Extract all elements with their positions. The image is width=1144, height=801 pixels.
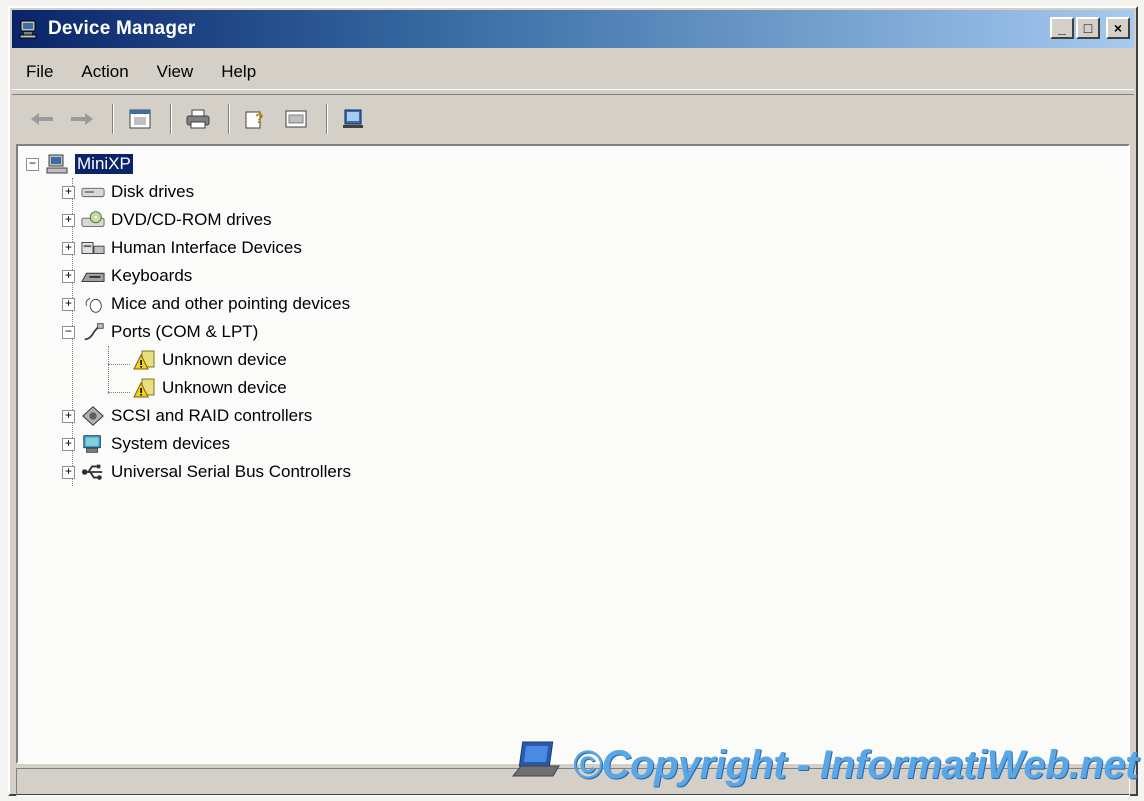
system-devices-icon bbox=[81, 433, 105, 455]
tree-category-label: SCSI and RAID controllers bbox=[111, 406, 313, 425]
tree-category-label: Keyboards bbox=[111, 266, 193, 285]
menu-action[interactable]: Action bbox=[81, 62, 128, 82]
tree-device-label: Unknown device bbox=[162, 350, 287, 369]
tree-device-unknown-1[interactable]: Unknown device bbox=[132, 346, 287, 374]
expand-toggle[interactable]: + bbox=[62, 465, 75, 479]
tree-device-label: Unknown device bbox=[162, 378, 287, 397]
tree-line bbox=[108, 346, 109, 394]
tree-category-label: System devices bbox=[111, 434, 231, 453]
expand-toggle[interactable]: + bbox=[62, 437, 75, 451]
tree-root-label[interactable]: MiniXP bbox=[75, 154, 133, 174]
tree-line bbox=[108, 392, 130, 393]
properties-icon[interactable] bbox=[122, 103, 158, 135]
title-bar[interactable]: Device Manager _ □ × bbox=[12, 10, 1134, 48]
watermark-text: ©Copyright - InformatiWeb.net bbox=[572, 743, 1139, 787]
maximize-button[interactable]: □ bbox=[1076, 17, 1100, 39]
device-manager-icon bbox=[18, 17, 42, 41]
tree-category-label: Universal Serial Bus Controllers bbox=[111, 462, 351, 481]
expand-toggle[interactable]: + bbox=[62, 241, 75, 255]
toolbar-separator bbox=[112, 103, 114, 134]
tree-category-label: Human Interface Devices bbox=[111, 238, 302, 257]
collapse-toggle[interactable]: − bbox=[26, 157, 39, 171]
keyboard-icon bbox=[81, 265, 105, 287]
menu-file[interactable]: File bbox=[26, 62, 53, 82]
scsi-controller-icon bbox=[81, 405, 105, 427]
unknown-device-warning-icon bbox=[132, 377, 156, 399]
tree-category-label: DVD/CD-ROM drives bbox=[111, 210, 272, 229]
cd-drive-icon bbox=[81, 209, 105, 231]
minimize-button[interactable]: _ bbox=[1050, 17, 1074, 39]
tree-category-usb[interactable]: + Universal Serial Bus Controllers bbox=[62, 458, 351, 486]
expand-toggle[interactable]: + bbox=[62, 269, 75, 283]
toolbar-separator bbox=[326, 103, 328, 134]
tree-category-disk-drives[interactable]: + Disk drives bbox=[62, 178, 194, 206]
expand-toggle[interactable]: + bbox=[62, 185, 75, 199]
tree-line bbox=[108, 364, 130, 365]
print-icon[interactable] bbox=[180, 103, 216, 135]
tree-category-label: Disk drives bbox=[111, 182, 195, 201]
computer-icon bbox=[45, 153, 69, 175]
close-button[interactable]: × bbox=[1106, 17, 1130, 39]
expand-toggle[interactable]: + bbox=[62, 297, 75, 311]
laptop-logo-icon bbox=[511, 740, 567, 791]
device-tree-pane[interactable]: − MiniXP + Disk drives + DVD/CD-ROM driv… bbox=[16, 144, 1130, 764]
tree-category-system-devices[interactable]: + System devices bbox=[62, 430, 230, 458]
unknown-device-warning-icon bbox=[132, 349, 156, 371]
tree-device-unknown-2[interactable]: Unknown device bbox=[132, 374, 287, 402]
tree-category-scsi-raid[interactable]: + SCSI and RAID controllers bbox=[62, 402, 312, 430]
menu-view[interactable]: View bbox=[157, 62, 194, 82]
svg-text:?: ? bbox=[255, 110, 264, 126]
tree-category-mice[interactable]: + Mice and other pointing devices bbox=[62, 290, 350, 318]
tree-category-label: Mice and other pointing devices bbox=[111, 294, 351, 313]
update-driver-icon[interactable] bbox=[336, 103, 372, 135]
device-manager-window: Device Manager _ □ × File Action View He… bbox=[8, 6, 1138, 796]
tree-root[interactable]: − MiniXP bbox=[26, 150, 133, 178]
disk-drive-icon bbox=[81, 181, 105, 203]
copyright-watermark: ©Copyright - InformatiWeb.net bbox=[511, 740, 1139, 791]
usb-icon bbox=[81, 461, 105, 483]
tree-category-hid[interactable]: + Human Interface Devices bbox=[62, 234, 302, 262]
menu-help[interactable]: Help bbox=[221, 62, 256, 82]
menu-bar: File Action View Help bbox=[12, 54, 1134, 90]
expand-toggle[interactable]: + bbox=[62, 213, 75, 227]
tree-category-keyboards[interactable]: + Keyboards bbox=[62, 262, 192, 290]
tree-category-dvd-cdrom[interactable]: + DVD/CD-ROM drives bbox=[62, 206, 272, 234]
toolbar-separator bbox=[170, 103, 172, 134]
back-arrow-icon[interactable] bbox=[24, 103, 60, 135]
toolbar: ? bbox=[12, 94, 1134, 142]
mouse-icon bbox=[81, 293, 105, 315]
expand-toggle[interactable]: + bbox=[62, 409, 75, 423]
window-title: Device Manager bbox=[48, 18, 196, 39]
forward-arrow-icon[interactable] bbox=[64, 103, 100, 135]
tree-category-ports[interactable]: − Ports (COM & LPT) bbox=[62, 318, 258, 346]
tree-category-label: Ports (COM & LPT) bbox=[111, 322, 259, 341]
collapse-toggle[interactable]: − bbox=[62, 325, 75, 339]
toolbar-separator bbox=[228, 103, 230, 134]
help-icon[interactable]: ? bbox=[238, 103, 274, 135]
hid-icon bbox=[81, 237, 105, 259]
view-icon[interactable] bbox=[278, 103, 314, 135]
port-connector-icon bbox=[81, 321, 105, 343]
